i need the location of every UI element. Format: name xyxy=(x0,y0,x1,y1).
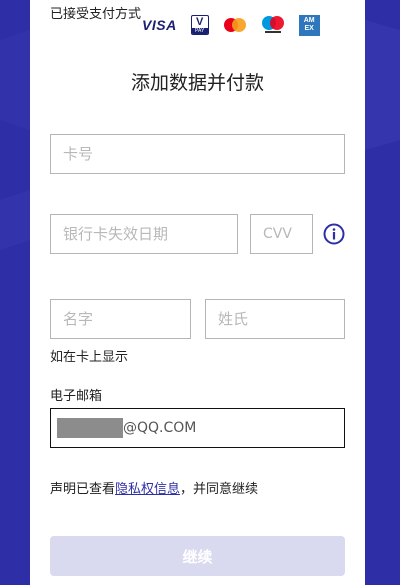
form-title: 添加数据并付款 xyxy=(130,72,264,94)
name-hint: 如在卡上显示 xyxy=(50,350,129,365)
continue-button[interactable]: 继续 xyxy=(50,536,345,576)
email-input[interactable]: @QQ.COM xyxy=(50,408,345,448)
expiry-date-input[interactable] xyxy=(50,214,238,254)
mastercard-logo xyxy=(223,17,247,33)
email-domain-text: @QQ.COM xyxy=(123,420,197,436)
payment-card-panel: 已接受支付方式 VISA V PAY AM EX 添加数据并付款 卡号 银行卡失… xyxy=(30,0,365,585)
consent-prefix: 声明已查看 xyxy=(50,482,116,497)
privacy-consent-text: 声明已查看隐私权信息，并同意继续 xyxy=(50,478,258,497)
maestro-logo xyxy=(261,15,285,35)
redacted-email-user xyxy=(57,418,123,438)
vpay-logo: V PAY xyxy=(190,15,209,35)
cvv-input[interactable] xyxy=(250,214,313,254)
card-number-input[interactable] xyxy=(50,134,345,174)
accepted-payment-label: 已接受支付方式 xyxy=(50,7,142,22)
vpay-v-text: V xyxy=(196,16,204,28)
amex-logo: AM EX xyxy=(298,14,320,36)
visa-logo: VISA xyxy=(142,17,177,33)
last-name-input[interactable] xyxy=(205,299,345,339)
amex-bottom-text: EX xyxy=(304,25,314,32)
visa-text: VISA xyxy=(142,17,177,33)
vpay-pay-text: PAY xyxy=(191,28,208,34)
info-icon[interactable] xyxy=(323,223,345,245)
privacy-info-link[interactable]: 隐私权信息 xyxy=(115,482,180,497)
first-name-input[interactable] xyxy=(50,299,191,339)
email-label: 电子邮箱 xyxy=(50,389,103,404)
consent-suffix: ，并同意继续 xyxy=(180,482,259,497)
payment-logos: VISA V PAY AM EX xyxy=(142,14,334,36)
amex-top-text: AM xyxy=(303,17,315,24)
